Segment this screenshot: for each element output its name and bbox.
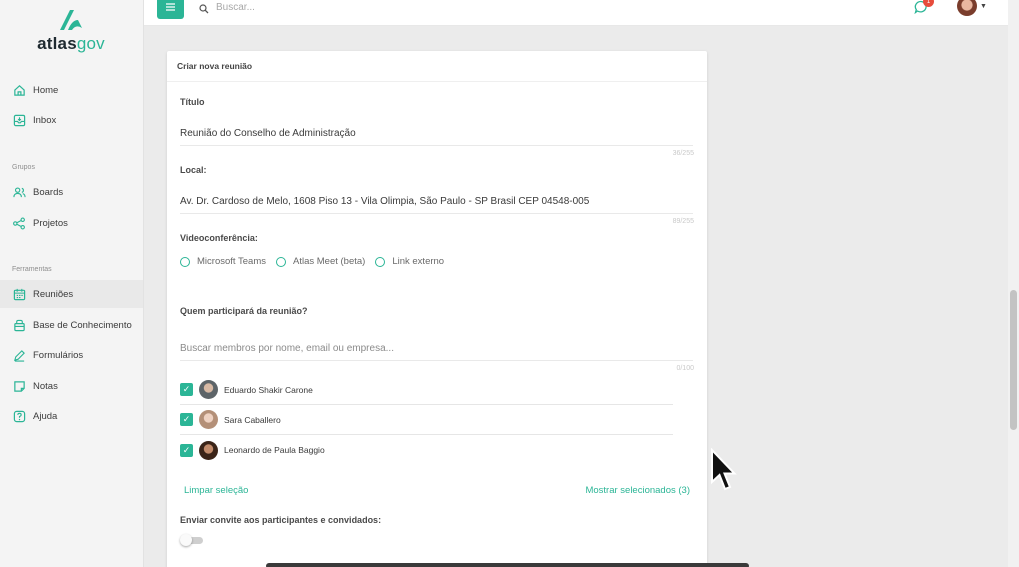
- sidebar-item-formularios[interactable]: Formulários: [0, 341, 143, 369]
- chevron-down-icon[interactable]: ▼: [980, 3, 987, 10]
- avatar: [199, 410, 218, 429]
- users-icon: [12, 185, 26, 199]
- scrollbar[interactable]: [1008, 0, 1019, 567]
- videoconference-label: Videoconferência:: [180, 233, 258, 243]
- participants-label: Quem participará da reunião?: [180, 306, 308, 316]
- sidebar-item-label: Base de Conhecimento: [33, 319, 132, 331]
- sidebar-item-label: Notas: [33, 380, 58, 392]
- radio-label: Atlas Meet (beta): [292, 256, 366, 267]
- radio-circle-icon: [275, 256, 286, 267]
- inbox-icon: [12, 113, 26, 127]
- invite-toggle[interactable]: [180, 534, 204, 546]
- sidebar-item-label: Projetos: [33, 217, 68, 229]
- sidebar-item-home[interactable]: Home: [0, 76, 143, 104]
- horizontal-scrollbar[interactable]: [266, 563, 749, 567]
- sidebar-item-boards[interactable]: Boards: [0, 178, 143, 206]
- section-label-ferramentas: Ferramentas: [12, 266, 52, 273]
- hamburger-icon: [166, 2, 175, 11]
- checkbox-checked-icon[interactable]: ✓: [180, 383, 193, 396]
- location-label: Local:: [180, 165, 207, 175]
- avatar[interactable]: [957, 0, 977, 16]
- notification-badge: 1: [923, 0, 934, 7]
- member-name: Eduardo Shakir Carone: [224, 384, 313, 395]
- radio-microsoft-teams[interactable]: Microsoft Teams: [180, 256, 266, 267]
- show-selected-link[interactable]: Mostrar selecionados (3): [585, 485, 690, 496]
- radio-circle-icon: [375, 256, 386, 267]
- section-label-grupos: Grupos: [12, 164, 35, 171]
- pen-icon: [12, 348, 26, 362]
- share-icon: [12, 216, 26, 230]
- sidebar: atlasgov Home Inbox Grupos Boards Projet…: [0, 0, 144, 567]
- toggle-knob: [180, 534, 192, 546]
- checkbox-checked-icon[interactable]: ✓: [180, 443, 193, 457]
- sidebar-item-label: Inbox: [33, 114, 57, 126]
- help-icon: [12, 409, 26, 423]
- radio-label: Link externo: [392, 256, 445, 267]
- topbar: Buscar... 1 ▼: [144, 0, 1008, 26]
- search-input[interactable]: Buscar...: [216, 2, 255, 13]
- radio-label: Microsoft Teams: [197, 256, 266, 267]
- member-name: Leonardo de Paula Baggio: [224, 445, 325, 455]
- sidebar-item-label: Boards: [33, 186, 64, 198]
- sidebar-item-label: Reuniões: [33, 288, 74, 300]
- location-counter: 89/255: [672, 218, 694, 225]
- radio-link-externo[interactable]: Link externo: [375, 256, 444, 267]
- search-icon: [199, 1, 209, 19]
- brand-name-part2: gov: [76, 34, 105, 53]
- participants-counter: 0/100: [676, 365, 694, 372]
- member-name: Sara Caballero: [224, 414, 281, 425]
- checkbox-checked-icon[interactable]: ✓: [180, 413, 193, 426]
- list-item[interactable]: ✓ Sara Caballero: [180, 405, 673, 435]
- list-item[interactable]: ✓ Eduardo Shakir Carone: [180, 375, 673, 405]
- avatar: [199, 380, 218, 399]
- card-title: Criar nova reunião: [167, 51, 707, 82]
- calendar-icon: [12, 287, 26, 301]
- radio-atlas-meet[interactable]: Atlas Meet (beta): [275, 256, 366, 267]
- participants-search-input[interactable]: Buscar membros por nome, email ou empres…: [180, 343, 693, 361]
- location-field[interactable]: Av. Dr. Cardoso de Melo, 1608 Piso 13 - …: [180, 196, 693, 214]
- sidebar-item-label: Formulários: [33, 349, 84, 361]
- title-counter: 36/255: [672, 150, 694, 157]
- clear-selection-link[interactable]: Limpar seleção: [184, 485, 248, 496]
- note-icon: [12, 379, 26, 393]
- create-meeting-card: Criar nova reunião Título Reunião do Con…: [167, 51, 707, 567]
- menu-toggle-button[interactable]: [157, 0, 184, 19]
- list-item[interactable]: ✓ Leonardo de Paula Baggio: [180, 435, 673, 465]
- radio-circle-icon: [180, 256, 190, 267]
- title-field[interactable]: Reunião do Conselho de Administração: [180, 128, 693, 146]
- sidebar-item-notas[interactable]: Notas: [0, 372, 143, 400]
- sidebar-item-label: Home: [33, 84, 59, 96]
- title-label: Título: [180, 97, 205, 107]
- scrollbar-thumb[interactable]: [1010, 290, 1017, 430]
- sidebar-item-label: Ajuda: [33, 410, 58, 422]
- box-icon: [12, 318, 26, 332]
- videoconference-options: Microsoft Teams Atlas Meet (beta) Link e…: [180, 256, 454, 267]
- brand-name-part1: atlas: [37, 34, 77, 53]
- invite-label: Enviar convite aos participantes e convi…: [180, 515, 382, 525]
- sidebar-item-inbox[interactable]: Inbox: [0, 106, 143, 134]
- sidebar-item-base-de-conhecimento[interactable]: Base de Conhecimento: [0, 311, 143, 339]
- home-icon: [12, 83, 26, 97]
- mouse-cursor-icon: [711, 448, 737, 491]
- sidebar-item-reunioes[interactable]: Reuniões: [0, 280, 143, 308]
- sidebar-item-projetos[interactable]: Projetos: [0, 209, 143, 237]
- atlasgov-logo[interactable]: atlasgov: [34, 6, 108, 54]
- sidebar-item-ajuda[interactable]: Ajuda: [0, 402, 143, 430]
- atlas-logo-icon: [60, 10, 82, 30]
- avatar: [199, 440, 218, 460]
